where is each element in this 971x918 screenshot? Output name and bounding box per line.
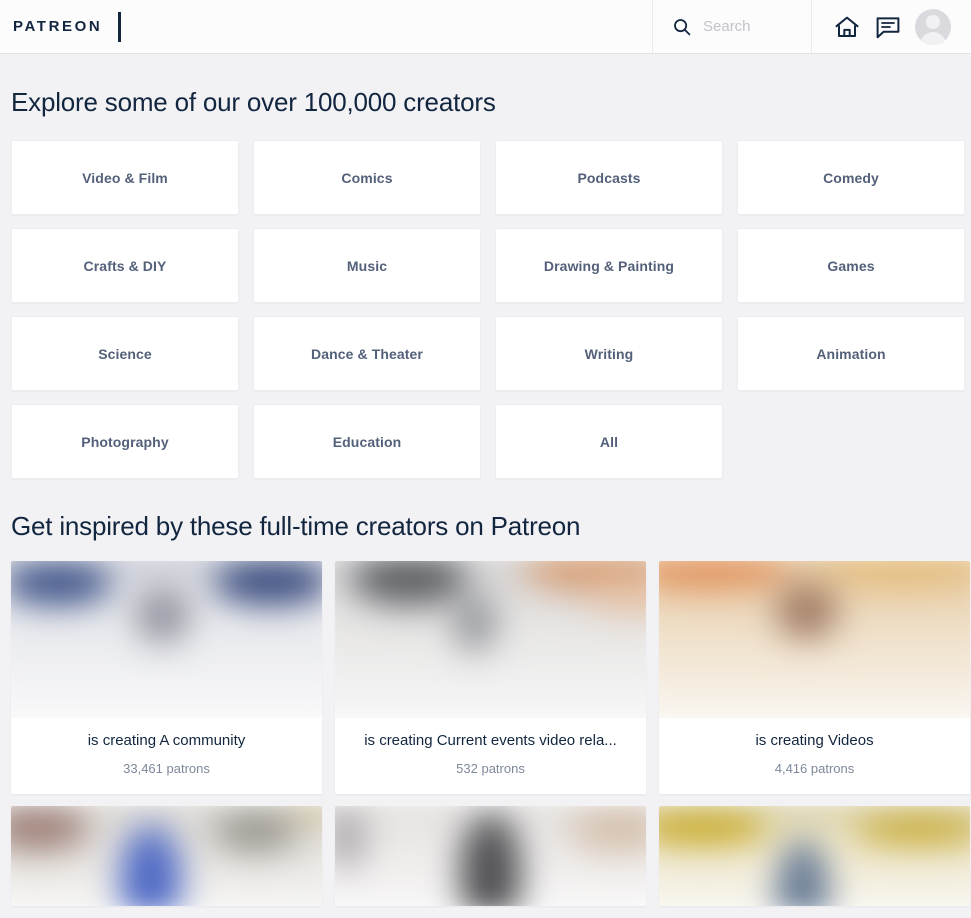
- category-label: Animation: [816, 345, 886, 362]
- category-label: Music: [346, 257, 388, 274]
- category-tile-photography[interactable]: Photography: [11, 404, 239, 479]
- brand-divider: [118, 11, 122, 42]
- creator-grid: is creating A community 33,461 patrons i…: [0, 561, 971, 794]
- category-label: Games: [827, 257, 875, 274]
- search-bar[interactable]: [652, 0, 812, 53]
- category-label: Comics: [341, 169, 393, 186]
- category-label: Drawing & Painting: [543, 257, 675, 274]
- category-label: Photography: [81, 433, 169, 450]
- creator-title: is creating Videos: [755, 732, 874, 749]
- creator-patron-count: 33,461 patrons: [123, 761, 210, 776]
- creator-card[interactable]: [659, 806, 970, 906]
- avatar[interactable]: [914, 8, 951, 45]
- category-label: Podcasts: [577, 169, 641, 186]
- creator-card-body: is creating A community 33,461 patrons: [11, 718, 322, 794]
- category-label: Dance & Theater: [311, 345, 423, 362]
- category-tile-video-film[interactable]: Video & Film: [11, 140, 239, 215]
- category-tile-drawing-painting[interactable]: Drawing & Painting: [495, 228, 723, 303]
- category-label: Writing: [584, 345, 634, 362]
- category-label: Science: [98, 345, 152, 362]
- creator-title: is creating A community: [87, 732, 246, 749]
- category-label: Comedy: [823, 169, 879, 186]
- explore-heading: Explore some of our over 100,000 creator…: [11, 87, 496, 117]
- creator-cover-image: [335, 561, 646, 728]
- creator-card[interactable]: [11, 806, 322, 906]
- category-label: Crafts & DIY: [83, 257, 167, 274]
- category-tile-comics[interactable]: Comics: [253, 140, 481, 215]
- category-tile-all[interactable]: All: [495, 404, 723, 479]
- page-content: Explore some of our over 100,000 creator…: [0, 54, 971, 906]
- category-label: Video & Film: [82, 169, 168, 186]
- creator-cover-image: [11, 561, 322, 728]
- creator-card-body: is creating Current events video rela...…: [335, 718, 646, 794]
- messages-icon[interactable]: [874, 13, 902, 41]
- creator-grid-next-row: [0, 806, 971, 906]
- home-icon[interactable]: [833, 13, 861, 41]
- nav-actions: [812, 0, 971, 53]
- creator-card[interactable]: is creating Current events video rela...…: [335, 561, 646, 794]
- creator-card[interactable]: is creating A community 33,461 patrons: [11, 561, 322, 794]
- category-tile-animation[interactable]: Animation: [737, 316, 965, 391]
- category-tile-science[interactable]: Science: [11, 316, 239, 391]
- creator-card-body: is creating Videos 4,416 patrons: [659, 718, 970, 794]
- search-icon: [673, 18, 691, 36]
- creator-cover-image: [11, 806, 322, 906]
- top-navigation-bar: PATREON: [0, 0, 971, 54]
- patreon-logo[interactable]: PATREON: [13, 19, 102, 34]
- creator-cover-image: [335, 806, 646, 906]
- category-tile-podcasts[interactable]: Podcasts: [495, 140, 723, 215]
- creator-card[interactable]: is creating Videos 4,416 patrons: [659, 561, 970, 794]
- inspired-heading: Get inspired by these full-time creators…: [11, 511, 581, 541]
- category-tile-crafts-diy[interactable]: Crafts & DIY: [11, 228, 239, 303]
- search-input[interactable]: [703, 18, 803, 35]
- category-tile-education[interactable]: Education: [253, 404, 481, 479]
- creator-patron-count: 4,416 patrons: [774, 761, 855, 776]
- category-tile-comedy[interactable]: Comedy: [737, 140, 965, 215]
- creator-card[interactable]: [335, 806, 646, 906]
- category-label: Education: [332, 433, 402, 450]
- brand-zone: PATREON: [0, 0, 652, 53]
- creator-title: is creating Current events video rela...: [364, 732, 617, 749]
- creator-patron-count: 532 patrons: [456, 761, 525, 776]
- category-tile-games[interactable]: Games: [737, 228, 965, 303]
- category-tile-dance-theater[interactable]: Dance & Theater: [253, 316, 481, 391]
- category-tile-writing[interactable]: Writing: [495, 316, 723, 391]
- creator-cover-image: [659, 561, 970, 728]
- category-tile-music[interactable]: Music: [253, 228, 481, 303]
- category-label: All: [599, 433, 619, 450]
- category-grid: Video & Film Comics Podcasts Comedy Craf…: [0, 140, 971, 479]
- creator-cover-image: [659, 806, 970, 906]
